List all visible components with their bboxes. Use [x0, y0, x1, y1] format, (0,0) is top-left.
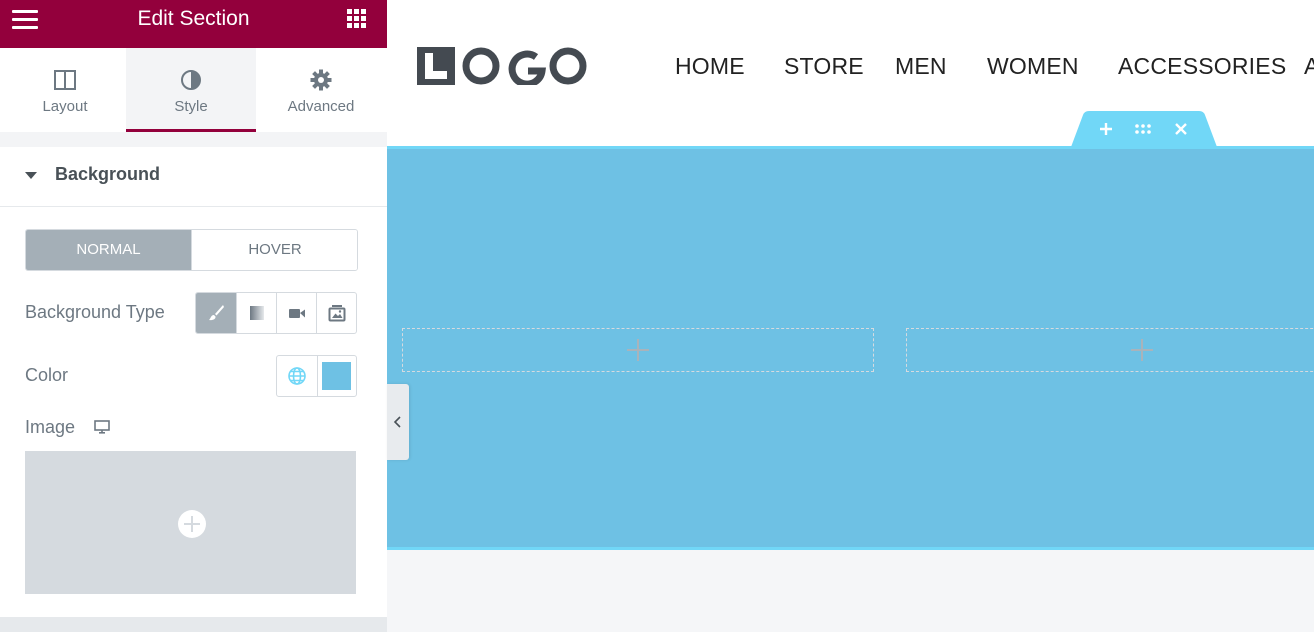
classic-brush-button[interactable]	[196, 293, 236, 333]
add-section-icon[interactable]	[1096, 119, 1116, 139]
add-image-icon[interactable]	[178, 510, 206, 538]
color-control	[276, 355, 357, 397]
collapse-panel-button[interactable]	[387, 384, 409, 460]
drag-handle-icon[interactable]	[1133, 119, 1153, 139]
brush-icon	[209, 305, 224, 321]
section-handle	[1071, 111, 1217, 147]
tab-label: Advanced	[287, 98, 355, 115]
panel-title: Edit Section	[137, 7, 250, 30]
tab-style[interactable]: Style	[126, 48, 256, 132]
video-icon	[289, 309, 305, 318]
image-label: Image	[25, 417, 76, 437]
state-tabs: NORMAL HOVER	[25, 229, 358, 271]
panel-header: Edit Section	[0, 0, 387, 48]
site-logo[interactable]	[417, 47, 589, 85]
color-swatch[interactable]	[322, 362, 351, 390]
gradient-button[interactable]	[236, 293, 276, 333]
columns-icon	[54, 70, 76, 90]
preview-canvas: HOME STORE MEN WOMEN ACCESSORIES A	[387, 0, 1314, 632]
background-type-label: Background Type	[25, 302, 165, 322]
background-type-choices	[195, 292, 357, 334]
panel-tabs: Layout Style Advanced	[0, 48, 387, 132]
divider	[0, 132, 387, 147]
add-widget-icon[interactable]	[1131, 339, 1153, 361]
tab-label: Layout	[42, 98, 88, 115]
nav-more[interactable]: A	[1304, 53, 1314, 80]
close-icon[interactable]	[1171, 119, 1191, 139]
gear-icon	[310, 69, 332, 91]
image-placeholder	[28, 454, 353, 591]
gradient-icon	[250, 306, 264, 320]
tab-hover[interactable]: HOVER	[191, 230, 357, 270]
empty-column[interactable]	[906, 328, 1314, 372]
editor-panel: Edit Section Layout Style Advanced Backg…	[0, 0, 387, 632]
color-label: Color	[25, 365, 69, 385]
global-colors-button[interactable]	[277, 356, 318, 396]
image-picker[interactable]	[25, 451, 356, 594]
add-widget-icon[interactable]	[627, 339, 649, 361]
globe-icon	[288, 367, 306, 385]
desktop-icon[interactable]	[94, 419, 110, 435]
chevron-left-icon	[393, 416, 401, 428]
tab-layout[interactable]: Layout	[0, 48, 130, 132]
widgets-grid-icon[interactable]	[347, 9, 366, 28]
slideshow-icon	[328, 305, 346, 322]
contrast-icon	[181, 70, 201, 90]
video-button[interactable]	[276, 293, 316, 333]
site-header: HOME STORE MEN WOMEN ACCESSORIES A	[387, 0, 1314, 147]
nav-store[interactable]: STORE	[784, 53, 864, 80]
nav-accessories[interactable]: ACCESSORIES	[1118, 53, 1286, 80]
section-title: Background	[55, 164, 161, 184]
empty-column[interactable]	[402, 328, 874, 372]
background-section-toggle[interactable]: Background	[0, 147, 387, 207]
selected-section[interactable]	[387, 146, 1314, 550]
nav-men[interactable]: MEN	[895, 53, 947, 80]
nav-home[interactable]: HOME	[675, 53, 745, 80]
tab-label: Style	[174, 98, 208, 115]
tab-normal[interactable]: NORMAL	[26, 230, 191, 270]
nav-women[interactable]: WOMEN	[987, 53, 1079, 80]
tab-advanced[interactable]: Advanced	[256, 48, 386, 132]
caret-down-icon	[25, 172, 37, 179]
slideshow-button[interactable]	[316, 293, 356, 333]
panel-footer	[0, 617, 387, 632]
